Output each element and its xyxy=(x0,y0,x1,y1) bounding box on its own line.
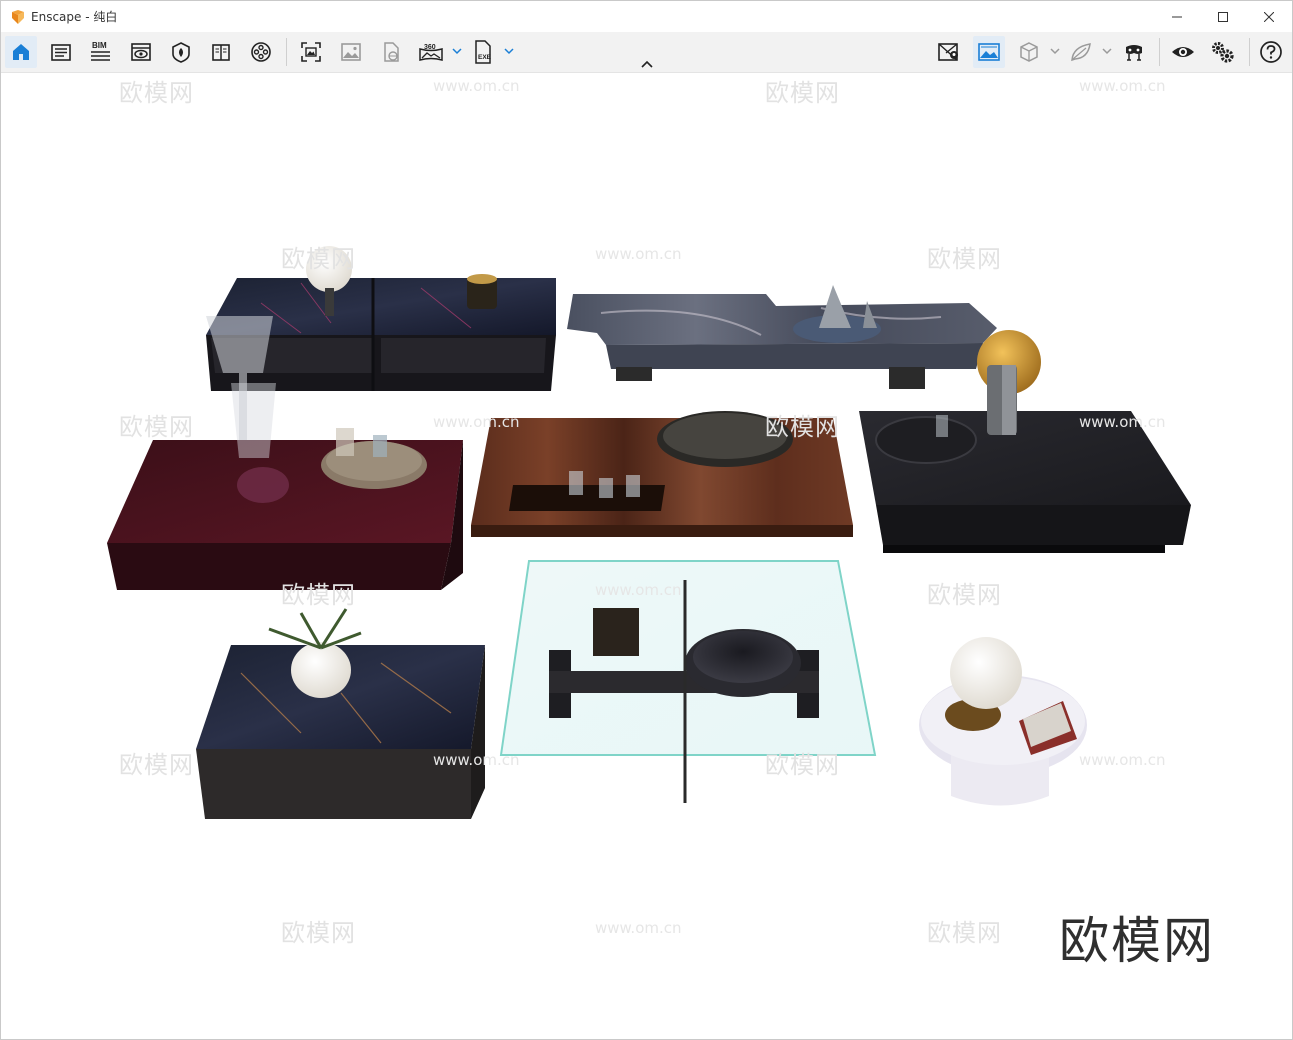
title-bar: Enscape - 纯白 xyxy=(1,1,1292,32)
panorama-360-icon: 360 xyxy=(419,44,443,61)
help-button[interactable] xyxy=(1255,36,1287,68)
collapse-toolbar-icon[interactable] xyxy=(639,58,655,70)
image-icon xyxy=(341,43,361,61)
maximize-button[interactable] xyxy=(1200,1,1246,32)
enscape-window: Enscape - 纯白 BIM 360 EXE 欧模网 欧模网 欧模网 欧模网… xyxy=(0,0,1293,1040)
watermark-text: 欧模网 xyxy=(927,245,1002,273)
capture-frame-icon xyxy=(301,42,321,62)
eye-window-icon xyxy=(131,43,151,61)
views-button[interactable] xyxy=(45,36,77,68)
watermark-url: www.om.cn xyxy=(433,413,520,431)
watermark-text: 欧模网 xyxy=(119,413,194,441)
batch-render-button[interactable] xyxy=(335,36,367,68)
minimize-button[interactable] xyxy=(1154,1,1200,32)
map-pin-icon xyxy=(938,43,958,61)
asset-library-button[interactable] xyxy=(165,36,197,68)
watermark-url: www.om.cn xyxy=(433,751,520,769)
document-list-icon xyxy=(51,44,71,61)
bim-button[interactable]: BIM xyxy=(85,36,117,68)
furniture-render xyxy=(107,246,1191,819)
watermark-url: www.om.cn xyxy=(1079,77,1166,95)
black-marble-side-table xyxy=(196,608,485,819)
watermark-text: 欧模网 xyxy=(765,413,840,441)
watermark-url: www.om.cn xyxy=(1079,751,1166,769)
orthographic-button[interactable] xyxy=(1013,36,1045,68)
preview-button[interactable] xyxy=(1167,36,1199,68)
enscape-logo-icon xyxy=(12,9,24,24)
brand-logo-text: 欧模网 xyxy=(1059,912,1215,970)
orthographic-dropdown-icon[interactable] xyxy=(1050,46,1060,56)
file-globe-icon xyxy=(384,42,399,62)
toolbar-separator xyxy=(1249,38,1250,66)
marble-tray-table-top-right xyxy=(567,285,997,389)
window-title: Enscape - 纯白 xyxy=(31,10,118,24)
watermark-text: 欧模网 xyxy=(281,919,356,947)
render-viewport[interactable]: 欧模网 欧模网 欧模网 欧模网 欧模网 欧模网 欧模网 欧模网 欧模网 欧模网 … xyxy=(1,73,1292,1039)
bim-icon: BIM xyxy=(91,41,110,61)
leaf-shield-icon xyxy=(172,42,190,63)
material-editor-button[interactable] xyxy=(205,36,237,68)
export-dropdown-icon[interactable] xyxy=(504,46,514,56)
panorama-dropdown-icon[interactable] xyxy=(452,46,462,56)
maximize-icon xyxy=(1218,11,1228,22)
video-editor-button[interactable] xyxy=(245,36,277,68)
panorama-button[interactable]: 360 xyxy=(415,36,447,68)
watermark-text: 欧模网 xyxy=(119,79,194,107)
film-reel-icon xyxy=(251,42,271,62)
sync-image-icon xyxy=(978,43,1000,61)
svg-text:BIM: BIM xyxy=(92,41,107,50)
minimize-icon xyxy=(1172,16,1182,17)
watermark-url: www.om.cn xyxy=(595,919,682,937)
web-standalone-button[interactable] xyxy=(375,36,407,68)
cube-icon xyxy=(1020,42,1038,62)
watermark-text: 欧模网 xyxy=(927,919,1002,947)
settings-button[interactable] xyxy=(1207,36,1239,68)
white-round-side-table xyxy=(919,637,1087,806)
exe-file-icon: EXE xyxy=(475,40,492,64)
visual-settings-button[interactable] xyxy=(125,36,157,68)
close-icon xyxy=(1264,11,1274,22)
sync-views-button[interactable] xyxy=(933,36,965,68)
close-button[interactable] xyxy=(1246,1,1292,32)
screenshot-button[interactable] xyxy=(295,36,327,68)
watermark-url: www.om.cn xyxy=(595,581,682,599)
book-icon xyxy=(212,44,230,61)
vr-headset-icon xyxy=(1126,45,1142,61)
svg-text:EXE: EXE xyxy=(478,54,492,61)
watermark-text: 欧模网 xyxy=(281,581,356,609)
toolbar-separator xyxy=(286,38,287,66)
sync-panorama-button[interactable] xyxy=(973,36,1005,68)
capture-dropdown-icon[interactable] xyxy=(1102,46,1112,56)
vr-headset-button[interactable] xyxy=(1118,36,1150,68)
watermark-text: 欧模网 xyxy=(765,751,840,779)
watermark-url: www.om.cn xyxy=(595,245,682,263)
leaf-icon xyxy=(1071,43,1091,62)
watermark-text: 欧模网 xyxy=(927,581,1002,609)
capture-leaf-button[interactable] xyxy=(1065,36,1097,68)
help-icon xyxy=(1260,41,1282,63)
watermark-text: 欧模网 xyxy=(765,79,840,107)
gears-icon xyxy=(1212,42,1234,63)
home-button[interactable] xyxy=(5,36,37,68)
watermark-url: www.om.cn xyxy=(1079,413,1166,431)
watermark-text: 欧模网 xyxy=(281,245,356,273)
home-icon xyxy=(13,44,29,60)
toolbar-separator xyxy=(1159,38,1160,66)
watermark-url: www.om.cn xyxy=(433,77,520,95)
eye-icon xyxy=(1172,47,1194,57)
export-exe-button[interactable]: EXE xyxy=(467,36,499,68)
watermark-text: 欧模网 xyxy=(119,751,194,779)
